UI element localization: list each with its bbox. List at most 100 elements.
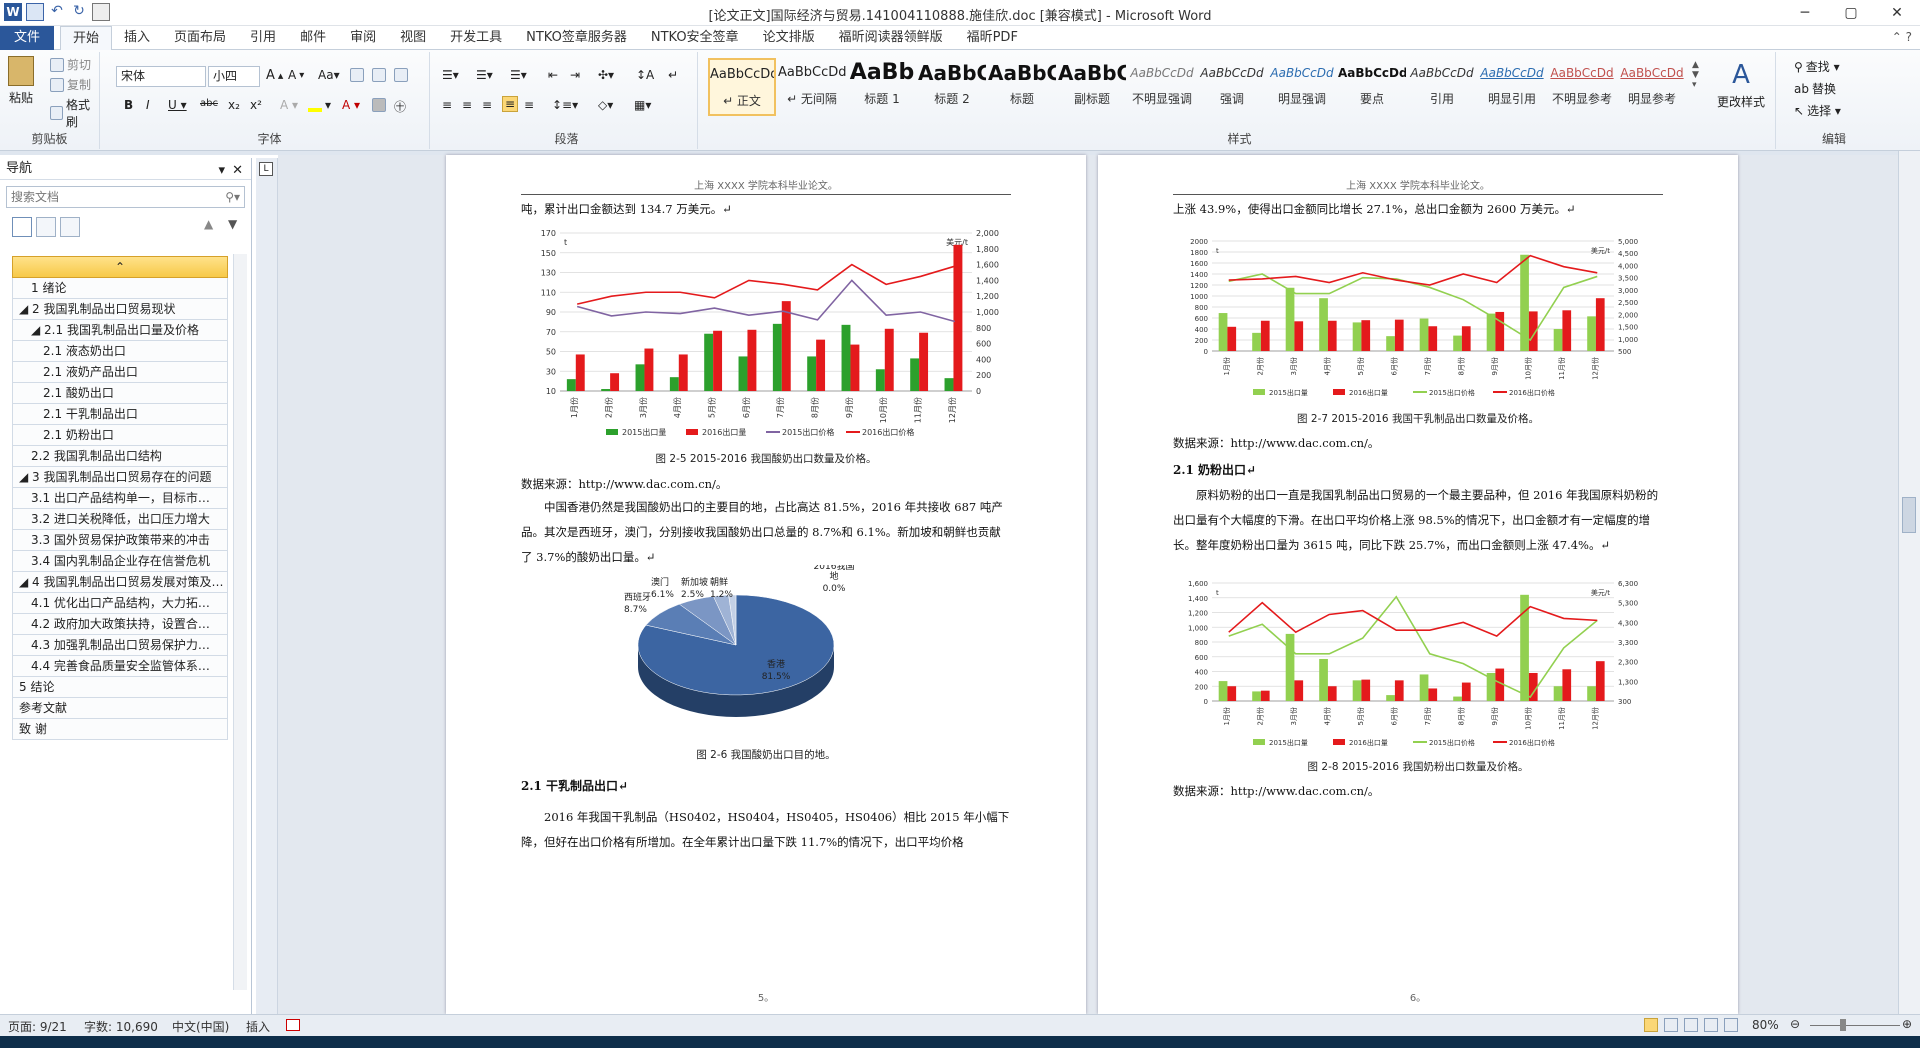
chinese-layout-button[interactable]: ✣▾ bbox=[598, 68, 614, 82]
style-8[interactable]: AaBbCcDd 明显强调 bbox=[1268, 58, 1336, 116]
help-icon[interactable]: ⌃ ? bbox=[1892, 30, 1912, 44]
nav-down-icon[interactable]: ▼ bbox=[228, 217, 248, 237]
numbering-button[interactable]: ☰▾ bbox=[476, 68, 493, 82]
nav-heading-item[interactable]: 3.1 出口产品结构单一，目标市… bbox=[12, 488, 228, 509]
nav-up-icon[interactable]: ▲ bbox=[204, 217, 224, 237]
align-center-button[interactable]: ≡ bbox=[462, 98, 472, 112]
tab-11[interactable]: 福昕阅读器领鲜版 bbox=[827, 26, 955, 50]
nav-heading-item[interactable]: 2.1 干乳制品出口 bbox=[12, 404, 228, 425]
find-button[interactable]: ⚲ 查找 ▾ bbox=[1794, 58, 1840, 75]
outline-icon[interactable] bbox=[1704, 1018, 1718, 1032]
headings-view-icon[interactable] bbox=[12, 217, 32, 237]
nav-heading-item[interactable]: 3.4 国内乳制品企业存在信誉危机 bbox=[12, 551, 228, 572]
superscript-button[interactable]: x² bbox=[250, 98, 262, 112]
nav-collapse-all[interactable]: ⌃ bbox=[12, 256, 228, 278]
nav-heading-item[interactable]: 2.1 液态奶出口 bbox=[12, 341, 228, 362]
italic-button[interactable]: I bbox=[146, 98, 150, 112]
web-layout-icon[interactable] bbox=[1684, 1018, 1698, 1032]
style-3[interactable]: AaBbC 标题 2 bbox=[918, 58, 986, 116]
style-13[interactable]: AaBbCcDd 明显参考 bbox=[1618, 58, 1686, 116]
styles-scroll[interactable]: ▲ ▼ ▾ bbox=[1692, 60, 1699, 90]
zoom-out-icon[interactable]: ⊖ bbox=[1790, 1017, 1800, 1031]
nav-heading-item[interactable]: ◢ 2.1 我国乳制品出口量及价格 bbox=[12, 320, 228, 341]
style-11[interactable]: AaBbCcDd 明显引用 bbox=[1478, 58, 1546, 116]
bullets-button[interactable]: ☰▾ bbox=[442, 68, 459, 82]
tab-file[interactable]: 文件 bbox=[0, 26, 54, 50]
page-count[interactable]: 页面: 9/21 bbox=[8, 1018, 67, 1035]
tab-4[interactable]: 邮件 bbox=[288, 26, 338, 50]
tab-6[interactable]: 视图 bbox=[388, 26, 438, 50]
font-color-button[interactable]: A ▾ bbox=[342, 98, 360, 112]
style-5[interactable]: AaBbC 副标题 bbox=[1058, 58, 1126, 116]
style-12[interactable]: AaBbCcDd 不明显参考 bbox=[1548, 58, 1616, 116]
tab-12[interactable]: 福昕PDF bbox=[955, 26, 1030, 50]
style-9[interactable]: AaBbCcDd 要点 bbox=[1338, 58, 1406, 116]
subscript-button[interactable]: x₂ bbox=[228, 98, 240, 112]
font-size-select[interactable]: 小四 bbox=[208, 66, 260, 87]
shading-button[interactable]: ◇▾ bbox=[598, 98, 613, 112]
ruler-toggle-icon[interactable]: L bbox=[259, 162, 273, 176]
nav-heading-item[interactable]: 致 谢 bbox=[12, 719, 228, 740]
show-marks-button[interactable]: ↵ bbox=[668, 68, 678, 82]
print-layout-icon[interactable] bbox=[1644, 1018, 1658, 1032]
tab-0[interactable]: 开始 bbox=[60, 26, 113, 51]
draft-icon[interactable] bbox=[1724, 1018, 1738, 1032]
tab-1[interactable]: 插入 bbox=[112, 26, 162, 50]
style-1[interactable]: AaBbCcDd ↵ 无间隔 bbox=[778, 58, 846, 116]
nav-heading-item[interactable]: ◢ 4 我国乳制品出口贸易发展对策及… bbox=[12, 572, 228, 593]
vertical-scrollbar[interactable] bbox=[1898, 151, 1920, 1014]
zoom-level[interactable]: 80% bbox=[1752, 1018, 1779, 1032]
borders-button[interactable]: ▦▾ bbox=[634, 98, 651, 112]
nav-heading-item[interactable]: 3.2 进口关税降低，出口压力增大 bbox=[12, 509, 228, 530]
bold-button[interactable]: B bbox=[124, 98, 133, 112]
nav-heading-item[interactable]: 4.1 优化出口产品结构，大力拓… bbox=[12, 593, 228, 614]
nav-menu-icon[interactable]: ▾ bbox=[218, 160, 225, 182]
nav-heading-item[interactable]: 2.1 奶粉出口 bbox=[12, 425, 228, 446]
style-0[interactable]: AaBbCcDd ↵ 正文 bbox=[708, 58, 776, 116]
nav-heading-item[interactable]: ◢ 2 我国乳制品出口贸易现状 bbox=[12, 299, 228, 320]
cut-button[interactable]: 剪切 bbox=[50, 56, 91, 73]
body-paragraph[interactable]: 2016 年我国干乳制品（HS0402，HS0404，HS0405，HS0406… bbox=[521, 805, 1011, 855]
language[interactable]: 中文(中国) bbox=[172, 1018, 229, 1035]
results-view-icon[interactable] bbox=[60, 217, 80, 237]
body-paragraph[interactable]: 中国香港仍然是我国酸奶出口的主要目的地，占比高达 81.5%，2016 年共接收… bbox=[521, 495, 1011, 570]
grow-font-button[interactable]: A ▴ bbox=[266, 68, 283, 83]
tab-7[interactable]: 开发工具 bbox=[438, 26, 514, 50]
paste-button[interactable]: 粘贴 bbox=[8, 56, 34, 106]
change-styles-button[interactable]: A 更改样式 bbox=[1710, 60, 1772, 110]
nav-heading-item[interactable]: 4.2 政府加大政策扶持，设置合… bbox=[12, 614, 228, 635]
font-name-select[interactable]: 宋体 bbox=[116, 66, 206, 87]
close-button[interactable]: ✕ bbox=[1874, 0, 1920, 26]
nav-heading-item[interactable]: 3.3 国外贸易保护政策带来的冲击 bbox=[12, 530, 228, 551]
tab-2[interactable]: 页面布局 bbox=[162, 26, 238, 50]
body-text[interactable]: 上涨 43.9%，使得出口金额同比增长 27.1%，总出口金额为 2600 万美… bbox=[1173, 197, 1663, 222]
body-paragraph[interactable]: 原料奶粉的出口一直是我国乳制品出口贸易的一个最主要品种，但 2016 年我国原料… bbox=[1173, 483, 1663, 558]
phonetic-icon[interactable] bbox=[372, 68, 386, 82]
format-painter-button[interactable]: 格式刷 bbox=[50, 96, 99, 130]
style-2[interactable]: AaBb 标题 1 bbox=[848, 58, 916, 116]
maximize-button[interactable]: ▢ bbox=[1828, 0, 1874, 26]
zoom-slider[interactable] bbox=[1810, 1025, 1900, 1026]
sort-button[interactable]: ↕A bbox=[636, 68, 654, 82]
full-screen-icon[interactable] bbox=[1664, 1018, 1678, 1032]
nav-heading-item[interactable]: 4.3 加强乳制品出口贸易保护力… bbox=[12, 635, 228, 656]
body-text[interactable]: 吨，累计出口金额达到 134.7 万美元。↵ bbox=[521, 197, 1011, 222]
data-source[interactable]: 数据来源：http://www.dac.com.cn/。 bbox=[1173, 779, 1663, 804]
tab-5[interactable]: 审阅 bbox=[338, 26, 388, 50]
macro-record-icon[interactable] bbox=[286, 1019, 300, 1031]
style-6[interactable]: AaBbCcDd 不明显强调 bbox=[1128, 58, 1196, 116]
decrease-indent-button[interactable]: ⇤ bbox=[548, 68, 558, 82]
shrink-font-button[interactable]: A ▾ bbox=[288, 68, 304, 82]
copy-button[interactable]: 复制 bbox=[50, 76, 91, 93]
border-char-icon[interactable] bbox=[394, 68, 408, 82]
nav-heading-item[interactable]: 2.1 液奶产品出口 bbox=[12, 362, 228, 383]
multilevel-list-button[interactable]: ☰▾ bbox=[510, 68, 527, 82]
minimize-button[interactable]: ─ bbox=[1782, 0, 1828, 26]
align-left-button[interactable]: ≡ bbox=[442, 98, 452, 112]
highlight-button[interactable]: ▾ bbox=[308, 98, 331, 112]
change-case-button[interactable]: Aa▾ bbox=[318, 68, 340, 82]
nav-heading-item[interactable]: 2.2 我国乳制品出口结构 bbox=[12, 446, 228, 467]
scroll-thumb[interactable] bbox=[1902, 497, 1916, 533]
zoom-slider-thumb[interactable] bbox=[1840, 1019, 1846, 1031]
char-shading-icon[interactable] bbox=[372, 98, 386, 112]
